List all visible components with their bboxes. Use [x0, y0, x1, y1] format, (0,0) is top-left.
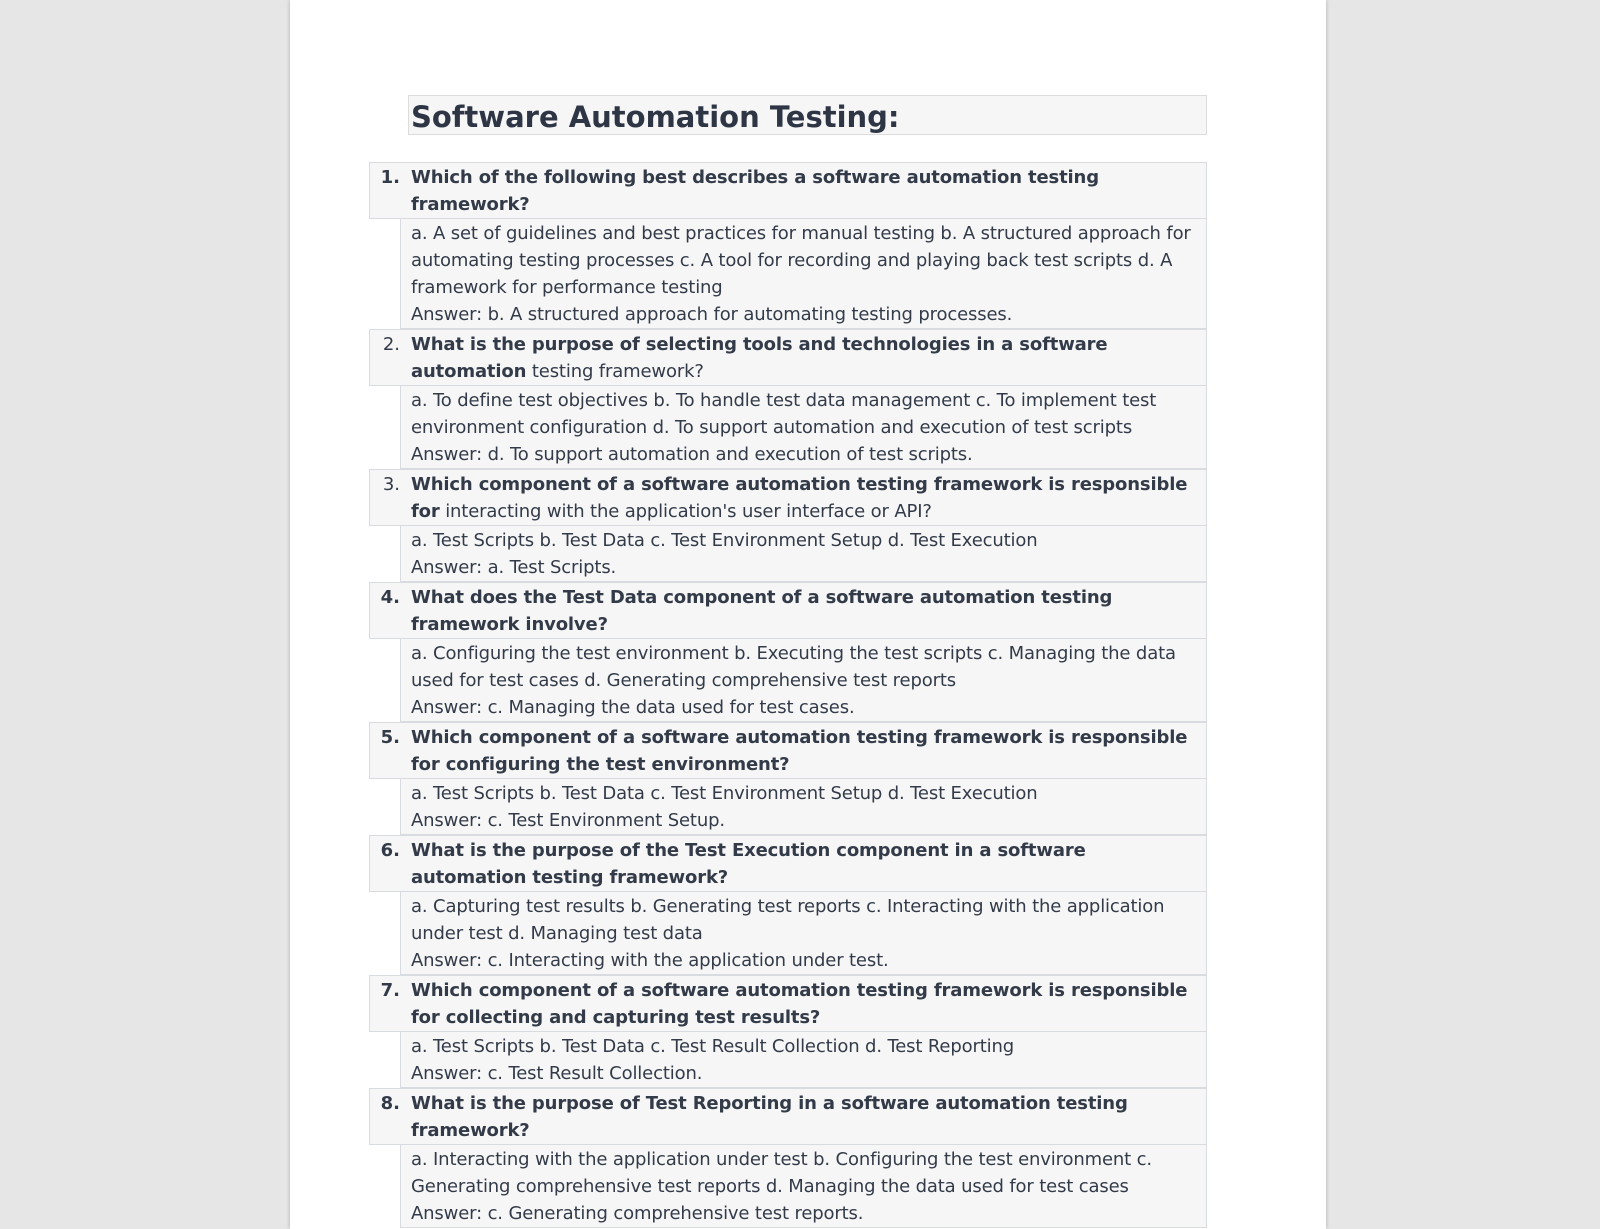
question-number: 8.: [380, 1093, 400, 1114]
question-body: a. A set of guidelines and best practice…: [400, 219, 1207, 329]
question-header: 2. What is the purpose of selecting tool…: [369, 329, 1207, 386]
question-item-6: 6. What is the purpose of the Test Execu…: [369, 835, 1207, 975]
question-options: a. A set of guidelines and best practice…: [411, 223, 1191, 298]
question-body: a. Test Scripts b. Test Data c. Test Res…: [400, 1032, 1207, 1088]
question-body: a. Interacting with the application unde…: [400, 1145, 1207, 1228]
question-header: 6. What is the purpose of the Test Execu…: [369, 835, 1207, 892]
question-body: a. Configuring the test environment b. E…: [400, 639, 1207, 722]
question-text: Which component of a software automation…: [411, 724, 1198, 778]
question-options: a. Test Scripts b. Test Data c. Test Env…: [411, 783, 1038, 804]
question-header: 5. Which component of a software automat…: [369, 722, 1207, 779]
question-bold-text: Which component of a software automation…: [411, 727, 1188, 775]
question-bold-text: What is the purpose of selecting tools a…: [411, 334, 1108, 382]
question-list: 1. Which of the following best describes…: [369, 162, 1207, 1228]
question-options: a. To define test objectives b. To handl…: [411, 390, 1157, 438]
question-answer: Answer: a. Test Scripts.: [411, 557, 617, 578]
question-bold-text: Which component of a software automation…: [411, 980, 1188, 1028]
question-number: 4.: [380, 587, 400, 608]
question-answer: Answer: b. A structured approach for aut…: [411, 304, 1013, 325]
question-number: 7.: [380, 980, 400, 1001]
question-header: 4. What does the Test Data component of …: [369, 582, 1207, 639]
question-bold-text: What is the purpose of Test Reporting in…: [411, 1093, 1128, 1141]
question-number: 1.: [380, 167, 400, 188]
question-bold-text: Which of the following best describes a …: [411, 167, 1099, 215]
question-options: a. Test Scripts b. Test Data c. Test Env…: [411, 530, 1038, 551]
question-text: Which component of a software automation…: [411, 977, 1198, 1031]
question-text: What does the Test Data component of a s…: [411, 584, 1198, 638]
question-text: Which of the following best describes a …: [411, 164, 1198, 218]
question-header: 8. What is the purpose of Test Reporting…: [369, 1088, 1207, 1145]
question-text: Which component of a software automation…: [411, 471, 1198, 525]
question-body: a. To define test objectives b. To handl…: [400, 386, 1207, 469]
question-options: a. Test Scripts b. Test Data c. Test Res…: [411, 1036, 1015, 1057]
question-number: 6.: [380, 840, 400, 861]
question-body: a. Test Scripts b. Test Data c. Test Env…: [400, 526, 1207, 582]
question-header: 1. Which of the following best describes…: [369, 162, 1207, 219]
title-box: Software Automation Testing:: [408, 95, 1207, 135]
question-answer: Answer: c. Test Result Collection.: [411, 1063, 703, 1084]
question-number: 2.: [382, 334, 400, 355]
question-item-8: 8. What is the purpose of Test Reporting…: [369, 1088, 1207, 1228]
question-rest-text: interacting with the application's user …: [445, 501, 932, 522]
page-title: Software Automation Testing:: [411, 100, 900, 134]
question-item-2: 2. What is the purpose of selecting tool…: [369, 329, 1207, 469]
question-answer: Answer: c. Managing the data used for te…: [411, 697, 855, 718]
question-item-5: 5. Which component of a software automat…: [369, 722, 1207, 835]
question-answer: Answer: d. To support automation and exe…: [411, 444, 973, 465]
question-header: 3. Which component of a software automat…: [369, 469, 1207, 526]
document-page: Software Automation Testing: 1. Which of…: [290, 0, 1326, 1229]
question-answer: Answer: c. Interacting with the applicat…: [411, 950, 889, 971]
question-options: a. Configuring the test environment b. E…: [411, 643, 1176, 691]
question-bold-text: What is the purpose of the Test Executio…: [411, 840, 1086, 888]
question-item-3: 3. Which component of a software automat…: [369, 469, 1207, 582]
question-header: 7. Which component of a software automat…: [369, 975, 1207, 1032]
question-options: a. Capturing test results b. Generating …: [411, 896, 1165, 944]
question-text: What is the purpose of selecting tools a…: [411, 331, 1198, 385]
question-text: What is the purpose of Test Reporting in…: [411, 1090, 1198, 1144]
question-answer: Answer: c. Test Environment Setup.: [411, 810, 725, 831]
question-bold-text: What does the Test Data component of a s…: [411, 587, 1113, 635]
question-body: a. Capturing test results b. Generating …: [400, 892, 1207, 975]
question-body: a. Test Scripts b. Test Data c. Test Env…: [400, 779, 1207, 835]
question-number: 5.: [380, 727, 400, 748]
question-item-7: 7. Which component of a software automat…: [369, 975, 1207, 1088]
question-number: 3.: [382, 474, 400, 495]
question-options: a. Interacting with the application unde…: [411, 1149, 1152, 1197]
question-text: What is the purpose of the Test Executio…: [411, 837, 1198, 891]
question-item-1: 1. Which of the following best describes…: [369, 162, 1207, 329]
question-rest-text: testing framework?: [531, 361, 704, 382]
question-answer: Answer: c. Generating comprehensive test…: [411, 1203, 864, 1224]
question-item-4: 4. What does the Test Data component of …: [369, 582, 1207, 722]
